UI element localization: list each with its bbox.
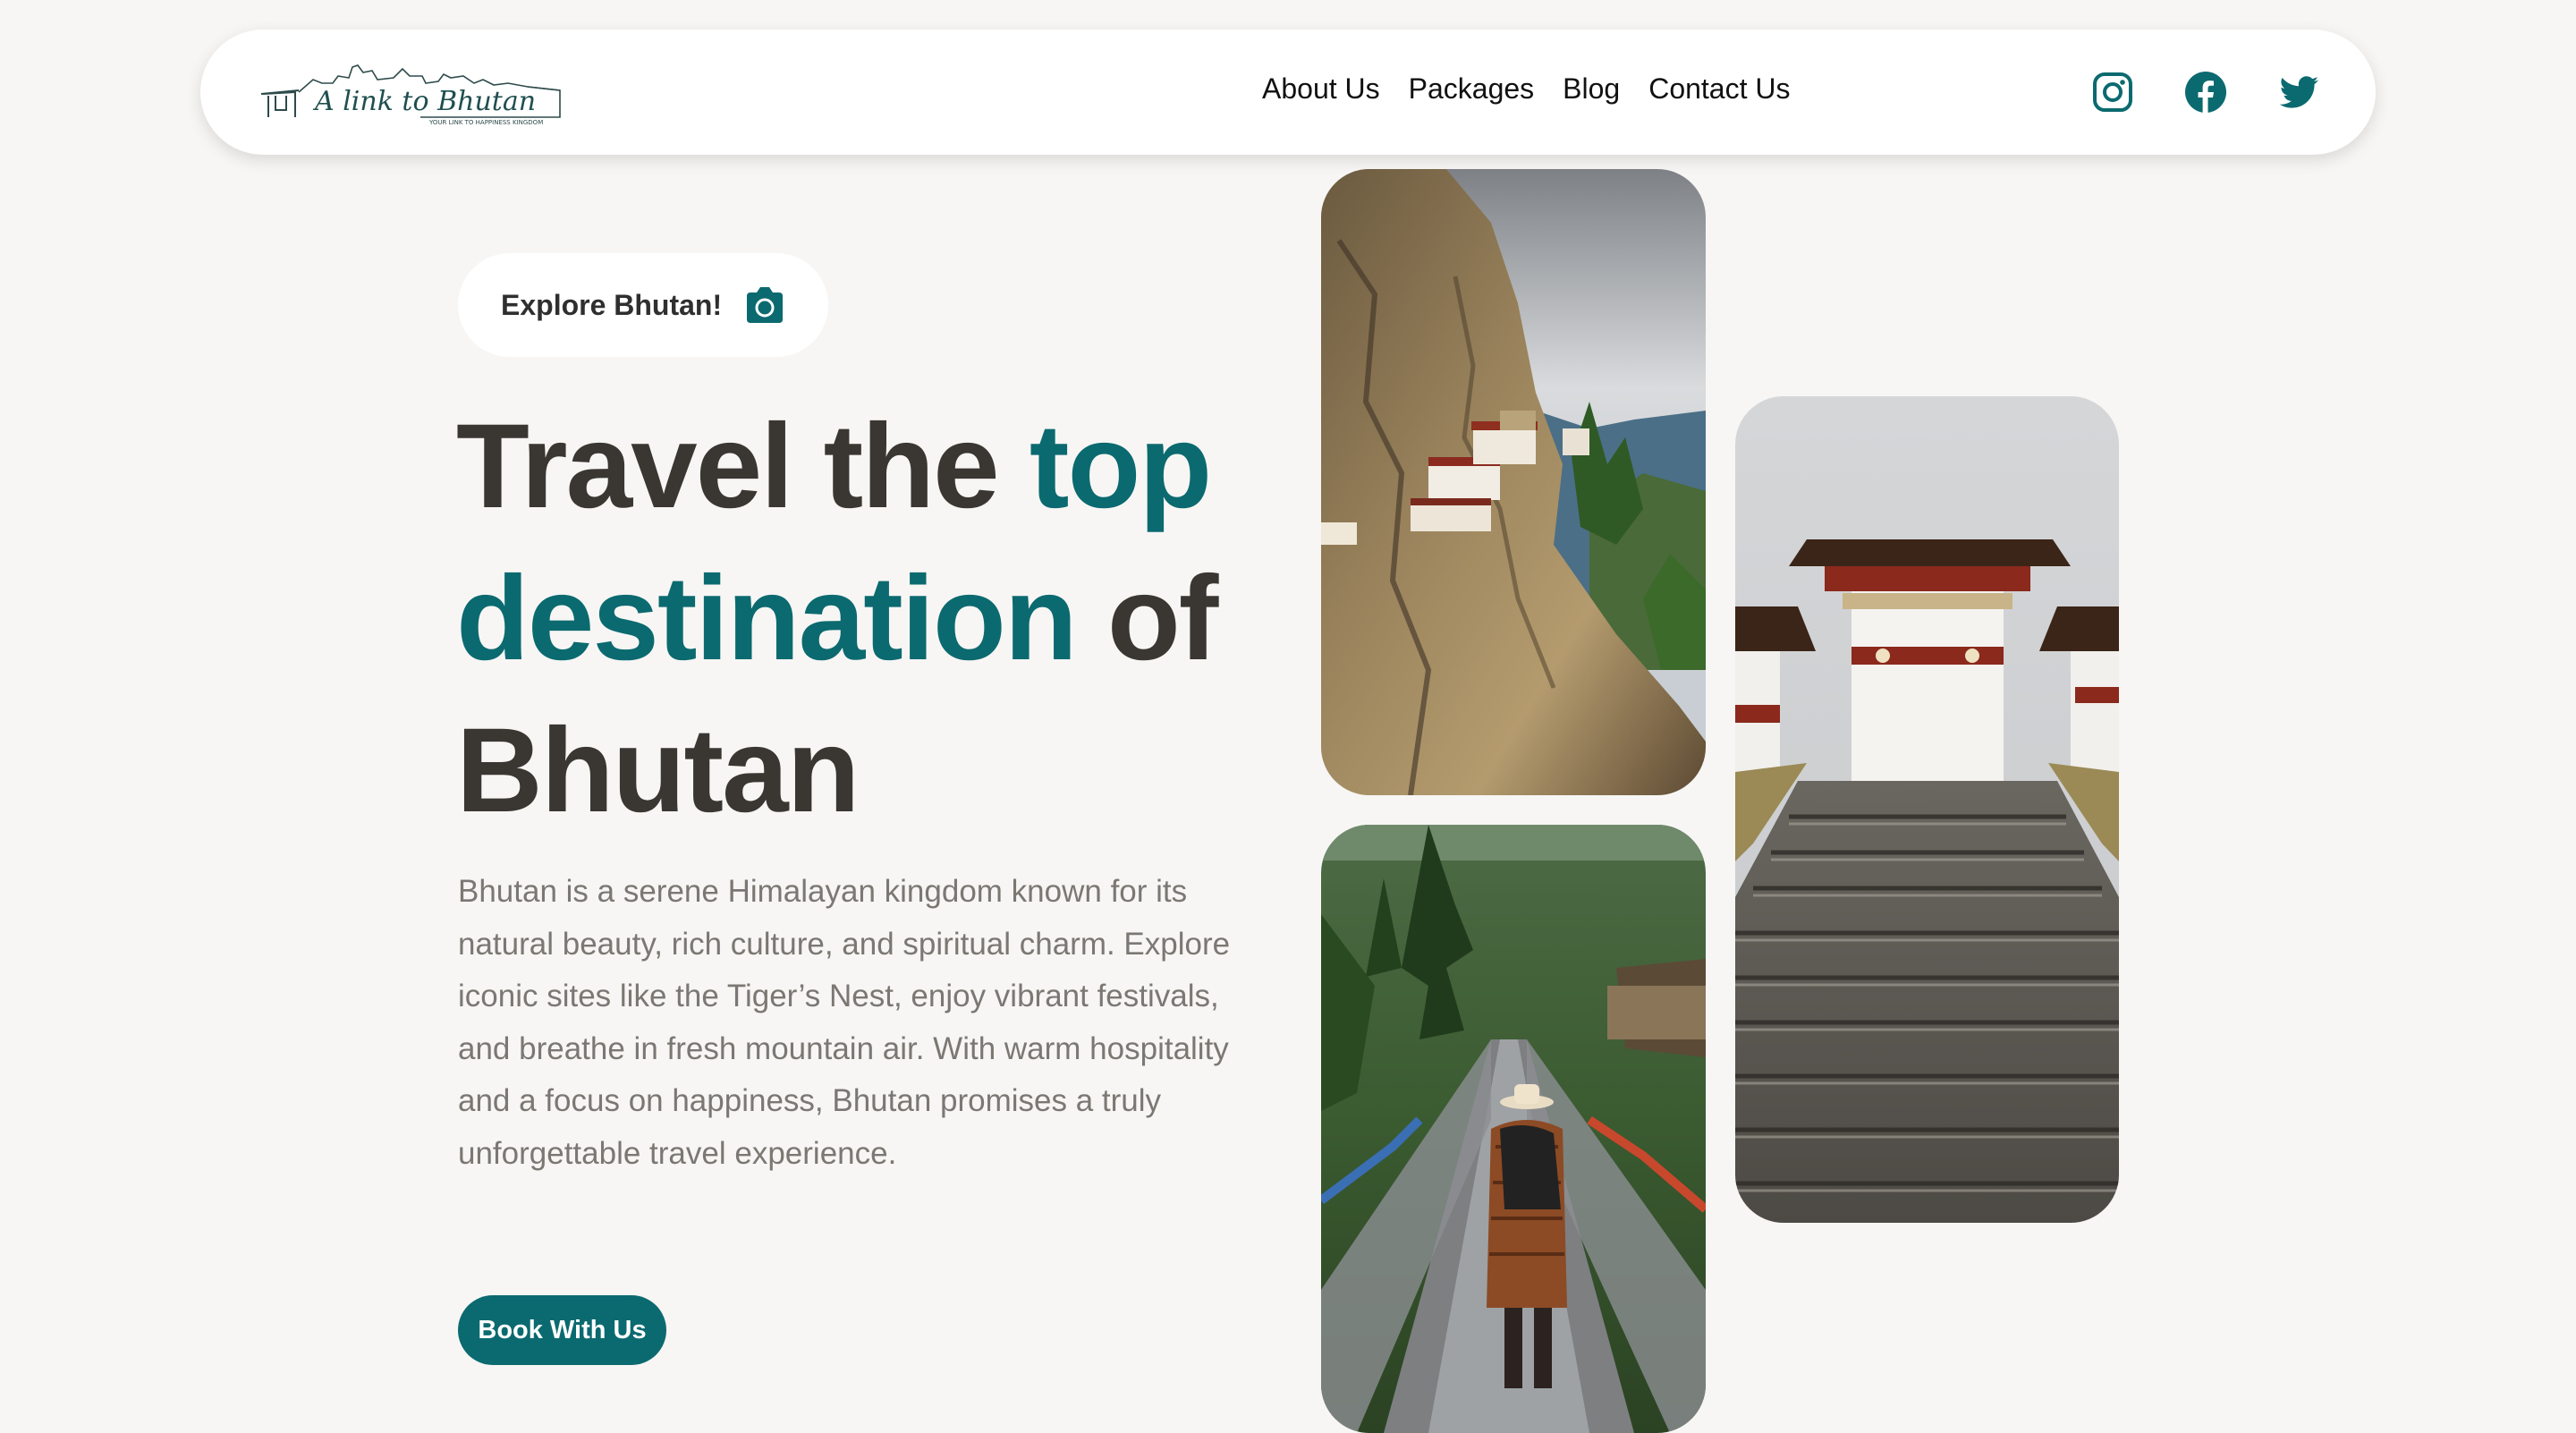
hero-headline: Travel the top destination of Bhutan <box>456 391 1315 847</box>
social-links <box>2091 71 2320 114</box>
main-nav: About Us Packages Blog Contact Us <box>1262 74 1790 103</box>
nav-link-blog[interactable]: Blog <box>1563 74 1620 103</box>
photo-suspension-bridge <box>1321 825 1706 1433</box>
explore-badge-label: Explore Bhutan! <box>501 288 723 321</box>
twitter-icon[interactable] <box>2277 71 2320 114</box>
explore-badge: Explore Bhutan! <box>458 253 828 357</box>
logo-image: A link to Bhutan YOUR LINK TO HAPPINESS … <box>260 64 561 126</box>
svg-text:YOUR LINK TO HAPPINESS KINGDOM: YOUR LINK TO HAPPINESS KINGDOM <box>428 119 543 126</box>
headline-part1: Travel the <box>456 400 1030 533</box>
hero-description: Bhutan is a serene Himalayan kingdom kno… <box>458 874 1231 1171</box>
photo-dochula-chorten <box>1735 396 2119 1223</box>
photo-tigers-nest <box>1321 169 1706 795</box>
book-with-us-button[interactable]: Book With Us <box>458 1295 666 1365</box>
nav-link-contact-us[interactable]: Contact Us <box>1648 74 1790 103</box>
instagram-icon[interactable] <box>2091 71 2134 114</box>
facebook-icon[interactable] <box>2184 71 2227 114</box>
camera-icon <box>743 286 786 324</box>
nav-link-about-us[interactable]: About Us <box>1262 74 1380 103</box>
site-logo[interactable]: A link to Bhutan YOUR LINK TO HAPPINESS … <box>259 56 564 130</box>
nav-link-packages[interactable]: Packages <box>1409 74 1535 103</box>
navbar: A link to Bhutan YOUR LINK TO HAPPINESS … <box>200 30 2376 155</box>
svg-text:A link to Bhutan: A link to Bhutan <box>312 86 536 117</box>
